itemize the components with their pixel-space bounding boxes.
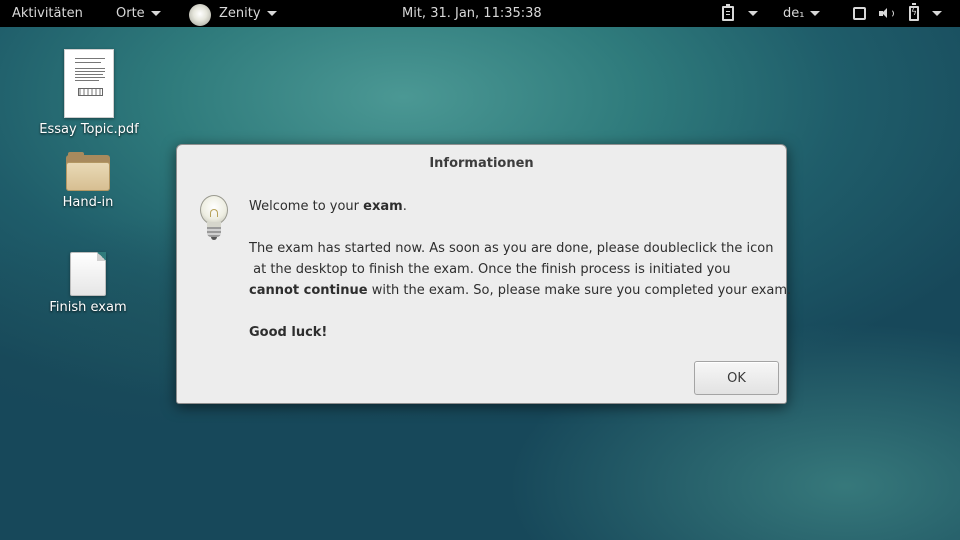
zenity-app-icon (189, 3, 211, 26)
chevron-down-icon (810, 11, 821, 16)
folder-icon (66, 152, 110, 191)
message-line: Welcome to your exam. (249, 196, 789, 217)
message-line: at the desktop to finish the exam. Once … (249, 262, 731, 277)
good-luck-text: Good luck! (249, 325, 328, 340)
info-dialog: Informationen Welcome to your exam. The … (176, 144, 792, 404)
system-menu[interactable]: ϟ (853, 0, 942, 27)
ok-button[interactable]: OK (694, 361, 779, 395)
battery-icon: ϟ (909, 3, 919, 21)
places-label: Orte (116, 6, 145, 21)
document-icon (70, 252, 106, 296)
clock[interactable]: Mit, 31. Jan, 11:35:38 (402, 0, 542, 27)
message-line: Good luck! (249, 322, 789, 343)
desktop-icon-hand-in[interactable]: Hand-in (33, 152, 143, 210)
clipboard-menu[interactable] (722, 0, 758, 27)
pdf-document-icon (64, 49, 114, 118)
message-text: . (402, 199, 407, 214)
app-menu[interactable]: Zenity (189, 0, 277, 27)
top-bar: Aktivitäten Orte Zenity Mit, 31. Jan, 11… (0, 0, 960, 27)
message-bold-text: exam (363, 199, 403, 214)
message-text: Welcome to your (249, 199, 364, 214)
message-text: with the exam. So, please make sure you … (367, 283, 792, 298)
message-line: cannot continue with the exam. So, pleas… (249, 280, 792, 301)
clock-label: Mit, 31. Jan, 11:35:38 (402, 6, 542, 21)
chevron-down-icon (266, 11, 277, 16)
desktop-icon-label: Hand-in (62, 195, 114, 210)
chevron-down-icon (150, 11, 161, 16)
dialog-message: Welcome to your exam. The exam has start… (249, 196, 792, 343)
desktop-icon-label: Finish exam (49, 300, 127, 315)
keyboard-layout-label: de₁ (783, 6, 805, 21)
lightbulb-icon (199, 195, 229, 241)
chevron-down-icon (748, 11, 758, 16)
dialog-title: Informationen (429, 156, 534, 171)
chevron-down-icon (932, 11, 942, 16)
desktop-icon-finish-exam[interactable]: Finish exam (33, 252, 143, 315)
window-icon (853, 7, 866, 20)
desktop-icon-label: Essay Topic.pdf (39, 122, 139, 137)
message-line: The exam has started now. As soon as you… (249, 241, 774, 256)
keyboard-layout-menu[interactable]: de₁ (783, 0, 821, 27)
message-bold-text: cannot continue (249, 283, 368, 298)
clipboard-icon (722, 4, 734, 21)
app-name-label: Zenity (219, 6, 261, 21)
activities-button[interactable]: Aktivitäten (12, 0, 83, 27)
desktop-icon-essay-topic[interactable]: Essay Topic.pdf (34, 49, 144, 137)
speaker-icon (879, 7, 895, 20)
places-menu[interactable]: Orte (116, 0, 161, 27)
activities-label: Aktivitäten (12, 6, 83, 21)
